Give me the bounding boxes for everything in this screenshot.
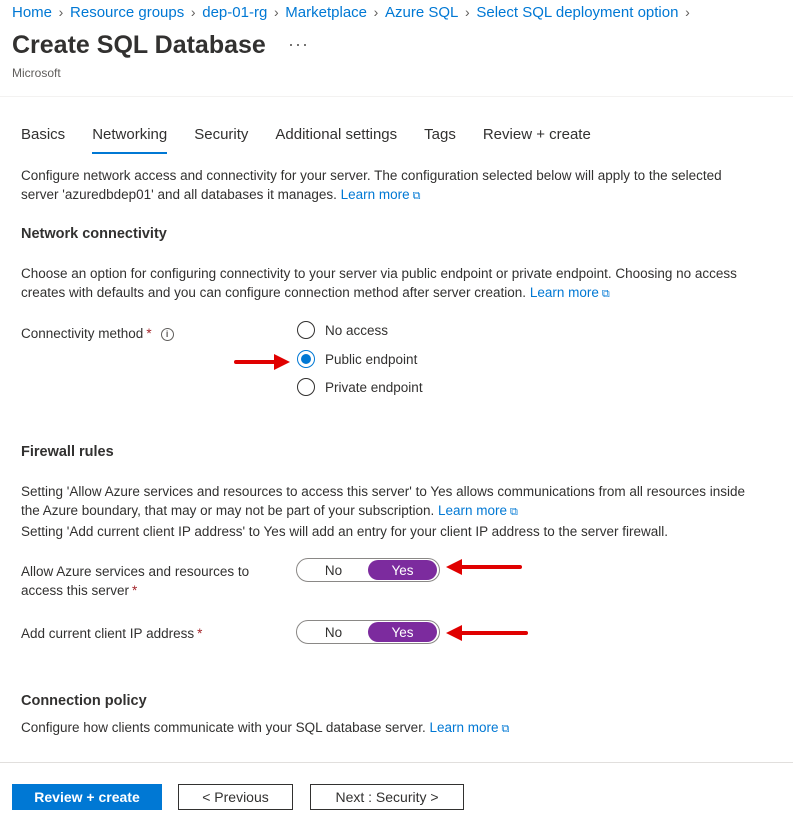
firewall-line-2: the Azure boundary, that may or may not … (21, 503, 435, 518)
intro-learn-more-link[interactable]: Learn more ⧉ (341, 187, 421, 202)
chevron-right-icon: › (465, 4, 470, 20)
review-create-button[interactable]: Review + create (12, 784, 162, 810)
toggle-no-option[interactable]: No (299, 560, 368, 580)
previous-button[interactable]: < Previous (178, 784, 293, 810)
firewall-learn-more-link[interactable]: Learn more ⧉ (438, 503, 518, 518)
external-link-icon: ⧉ (601, 288, 610, 300)
radio-selected-icon (297, 350, 315, 368)
required-marker: * (146, 326, 152, 341)
next-security-button[interactable]: Next : Security > (310, 784, 464, 810)
network-description: Choose an option for configuring connect… (21, 264, 737, 304)
intro-line-1: Configure network access and connectivit… (21, 168, 722, 183)
connection-policy-text: Configure how clients communicate with y… (21, 720, 426, 735)
radio-no-access-label: No access (325, 322, 389, 338)
network-line-2-wrap: creates with defaults and you can config… (21, 283, 737, 304)
network-learn-more-link[interactable]: Learn more ⧉ (530, 285, 610, 300)
header-divider (0, 96, 793, 97)
radio-public-endpoint[interactable]: Public endpoint (297, 348, 417, 370)
tab-tags[interactable]: Tags (424, 120, 456, 154)
network-connectivity-heading: Network connectivity (21, 226, 167, 242)
chevron-right-icon: › (373, 4, 379, 20)
chevron-right-icon: › (190, 4, 196, 20)
breadcrumb-azure-sql[interactable]: Azure SQL (385, 4, 458, 21)
annotation-arrow-icon (234, 354, 290, 370)
client-ip-text: Add current client IP address (21, 626, 195, 641)
network-line-2: creates with defaults and you can config… (21, 285, 527, 300)
intro-description: Configure network access and connectivit… (21, 166, 722, 206)
tab-networking[interactable]: Networking (92, 120, 168, 154)
required-marker: * (197, 626, 203, 641)
external-link-icon: ⧉ (412, 190, 421, 202)
chevron-right-icon: › (685, 4, 690, 20)
toggle-yes-option[interactable]: Yes (368, 622, 437, 642)
tab-additional-settings[interactable]: Additional settings (275, 120, 397, 154)
external-link-icon: ⧉ (501, 723, 510, 735)
annotation-arrow-icon (446, 625, 528, 641)
radio-public-endpoint-label: Public endpoint (325, 351, 418, 367)
more-options-button[interactable]: ··· (288, 34, 309, 55)
connection-policy-heading: Connection policy (21, 693, 147, 709)
connection-policy-description: Configure how clients communicate with y… (21, 718, 509, 739)
page-subtitle: Microsoft (12, 66, 61, 80)
policy-learn-more-text: Learn more (429, 720, 499, 735)
breadcrumb-resource-group[interactable]: dep-01-rg (202, 4, 267, 21)
info-icon[interactable]: i (160, 328, 174, 341)
tab-security[interactable]: Security (194, 120, 248, 154)
firewall-line-3: Setting 'Add current client IP address' … (21, 524, 668, 539)
breadcrumb-resource-groups[interactable]: Resource groups (70, 4, 184, 21)
radio-no-access[interactable]: No access (297, 319, 388, 341)
client-ip-label: Add current client IP address * (21, 624, 202, 643)
allow-azure-services-label: Allow Azure services and resources to ac… (21, 562, 249, 600)
network-line-1: Choose an option for configuring connect… (21, 266, 737, 281)
allow-azure-services-toggle[interactable]: No Yes (296, 558, 440, 582)
allow-azure-services-line-1: Allow Azure services and resources to (21, 564, 250, 579)
firewall-rules-heading: Firewall rules (21, 444, 114, 460)
breadcrumb-deployment-option[interactable]: Select SQL deployment option (476, 4, 678, 21)
external-link-icon: ⧉ (510, 506, 518, 518)
breadcrumb-marketplace[interactable]: Marketplace (285, 4, 367, 21)
policy-learn-more-link[interactable]: Learn more ⧉ (429, 720, 509, 735)
radio-dot-icon (301, 354, 311, 364)
intro-learn-more-text: Learn more (340, 187, 410, 202)
allow-azure-services-line-2-wrap: access this server * (21, 581, 249, 600)
tab-bar: Basics Networking Security Additional se… (21, 120, 618, 154)
toggle-no-option[interactable]: No (299, 622, 368, 642)
chevron-right-icon: › (273, 4, 279, 20)
tab-review-create[interactable]: Review + create (483, 120, 591, 154)
firewall-line-2-wrap: the Azure boundary, that may or may not … (21, 501, 745, 522)
firewall-description: Setting 'Allow Azure services and resour… (21, 482, 745, 541)
allow-azure-services-line-2: access this server (21, 583, 130, 598)
firewall-learn-more-text: Learn more (438, 503, 508, 518)
connectivity-method-text: Connectivity method (21, 326, 144, 341)
radio-private-endpoint-label: Private endpoint (325, 379, 423, 395)
radio-circle-icon (297, 378, 315, 396)
breadcrumb: Home › Resource groups › dep-01-rg › Mar… (12, 2, 696, 22)
intro-line-2: server 'azuredbdep01' and all databases … (21, 187, 337, 202)
client-ip-toggle[interactable]: No Yes (296, 620, 440, 644)
network-learn-more-text: Learn more (529, 285, 599, 300)
tab-basics[interactable]: Basics (21, 120, 65, 154)
breadcrumb-home[interactable]: Home (12, 4, 52, 21)
page-title: Create SQL Database (12, 31, 266, 59)
radio-private-endpoint[interactable]: Private endpoint (297, 376, 423, 398)
connectivity-method-label: Connectivity method * i (21, 324, 174, 343)
annotation-arrow-icon (446, 559, 522, 575)
intro-line-2-wrap: server 'azuredbdep01' and all databases … (21, 185, 722, 206)
firewall-line-1: Setting 'Allow Azure services and resour… (21, 484, 745, 499)
radio-circle-icon (297, 321, 315, 339)
toggle-yes-option[interactable]: Yes (368, 560, 437, 580)
chevron-right-icon: › (58, 4, 64, 20)
footer-divider (0, 762, 793, 763)
required-marker: * (132, 583, 138, 598)
